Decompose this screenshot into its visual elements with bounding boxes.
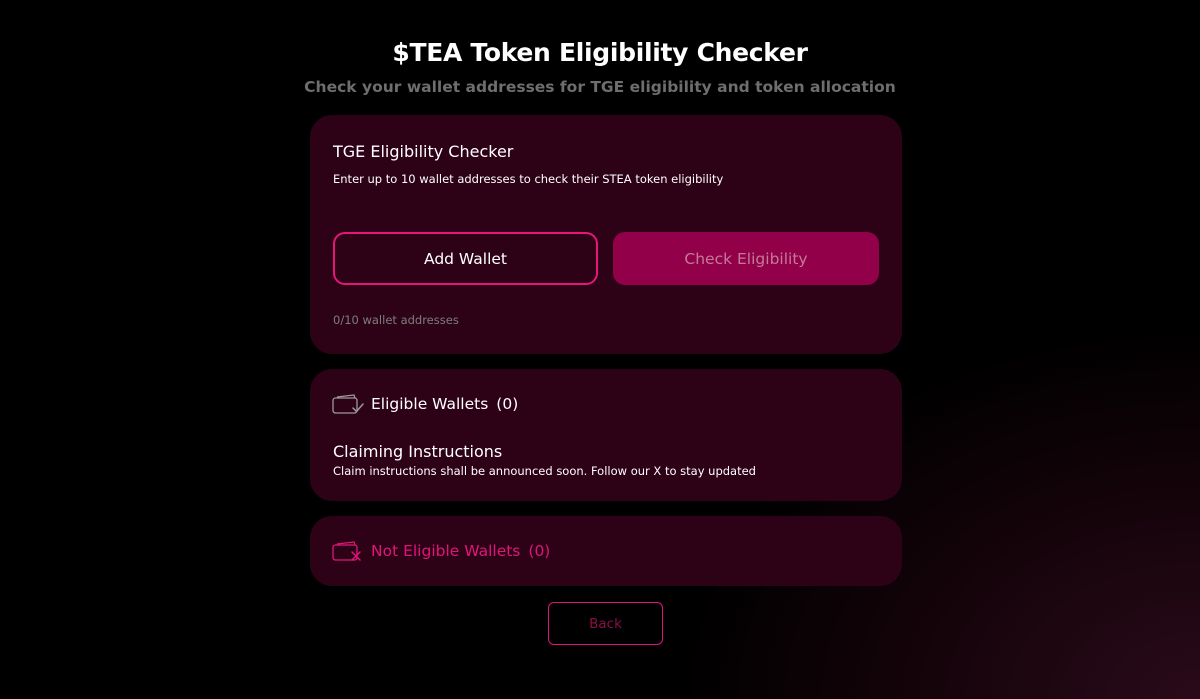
not-eligible-wallets-label: Not Eligible Wallets (371, 542, 521, 560)
wallet-check-icon (332, 393, 364, 415)
eligible-wallets-card: Eligible Wallets (0) Claiming Instructio… (310, 369, 902, 501)
back-button[interactable]: Back (548, 602, 663, 645)
checker-title: TGE Eligibility Checker (333, 142, 514, 161)
checker-description: Enter up to 10 wallet addresses to check… (333, 172, 724, 186)
claiming-instructions-text: Claim instructions shall be announced so… (333, 464, 756, 478)
eligible-wallets-label: Eligible Wallets (371, 395, 489, 413)
not-eligible-wallets-header[interactable]: Not Eligible Wallets (0) (332, 540, 550, 562)
wallet-count-text: 0/10 wallet addresses (333, 313, 459, 327)
wallet-x-icon (332, 540, 364, 562)
eligible-wallets-header[interactable]: Eligible Wallets (0) (332, 393, 518, 415)
check-eligibility-button[interactable]: Check Eligibility (613, 232, 879, 285)
add-wallet-button[interactable]: Add Wallet (333, 232, 598, 285)
eligible-wallets-count: (0) (496, 395, 519, 413)
page-subtitle: Check your wallet addresses for TGE elig… (304, 78, 896, 96)
page-header: $TEA Token Eligibility Checker Check you… (0, 38, 1200, 96)
not-eligible-wallets-count: (0) (528, 542, 551, 560)
page-title: $TEA Token Eligibility Checker (392, 38, 808, 67)
checker-card: TGE Eligibility Checker Enter up to 10 w… (310, 115, 902, 354)
not-eligible-wallets-card: Not Eligible Wallets (0) (310, 516, 902, 586)
claiming-instructions-title: Claiming Instructions (333, 442, 503, 461)
